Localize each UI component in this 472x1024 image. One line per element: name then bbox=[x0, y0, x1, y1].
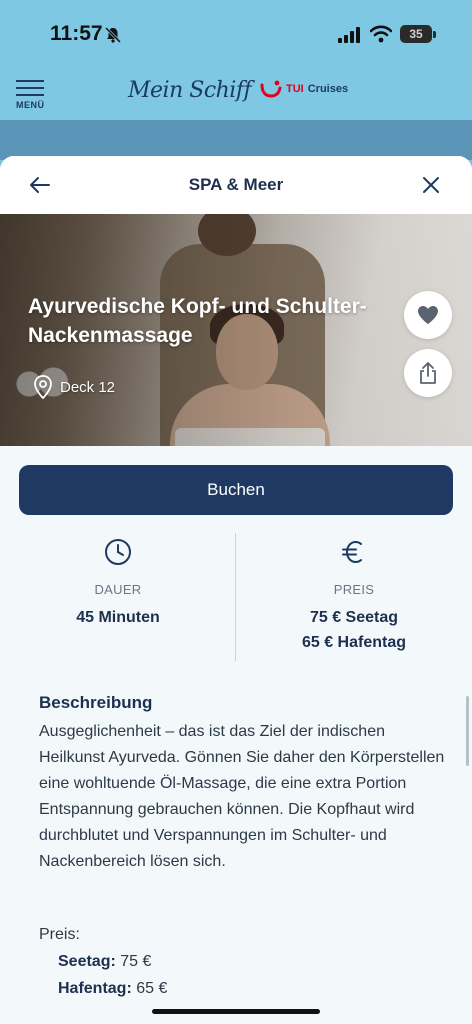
partner-brand-tui: TUI bbox=[286, 83, 304, 95]
heart-icon bbox=[418, 306, 438, 324]
location-text: Deck 12 bbox=[60, 378, 116, 396]
sheet-title: SPA & Meer bbox=[188, 175, 284, 194]
wifi-icon bbox=[370, 25, 392, 43]
price-info: PREIS 75 € Seetag 65 € Hafentag bbox=[236, 538, 472, 655]
sheet-header: SPA & Meer bbox=[0, 156, 472, 214]
sea-day-value: 75 € bbox=[120, 953, 152, 970]
euro-icon bbox=[342, 540, 362, 564]
scrollbar[interactable] bbox=[466, 696, 469, 766]
close-icon[interactable] bbox=[419, 173, 443, 197]
signal-icon bbox=[338, 27, 360, 43]
bell-off-icon bbox=[104, 26, 122, 44]
detail-sheet: SPA & Meer Ayurvedische Kopf- und Schult… bbox=[0, 156, 472, 1024]
menu-button[interactable]: MENÜ bbox=[14, 78, 48, 116]
duration-label: DAUER bbox=[94, 582, 142, 597]
price-values: 75 € Seetag 65 € Hafentag bbox=[236, 605, 472, 655]
price-sea-day: 75 € Seetag bbox=[309, 609, 399, 626]
price-heading: Preis: bbox=[39, 926, 80, 943]
price-port-day: 65 € Hafentag bbox=[301, 634, 407, 651]
clock-icon bbox=[105, 539, 131, 565]
status-time: 11:57 bbox=[50, 22, 103, 45]
location-pin-icon bbox=[34, 375, 52, 400]
background-content bbox=[0, 120, 472, 160]
sea-day-label: Seetag: bbox=[58, 953, 116, 970]
battery-tip bbox=[433, 31, 436, 38]
book-button[interactable]: Buchen bbox=[19, 465, 453, 515]
description-text: Ausgeglichenheit – das ist das Ziel der … bbox=[39, 723, 445, 870]
duration-info: DAUER 45 Minuten bbox=[0, 538, 236, 630]
duration-value: 45 Minuten bbox=[76, 609, 160, 626]
partner-logo: TUI Cruises bbox=[260, 80, 348, 98]
hamburger-icon bbox=[16, 80, 44, 82]
location: Deck 12 bbox=[32, 374, 115, 400]
status-bar: 11:57 35 bbox=[0, 0, 472, 64]
partner-brand-cruises: Cruises bbox=[307, 83, 349, 95]
hero-image: Ayurvedische Kopf- und Schulter-Nackenma… bbox=[0, 214, 472, 446]
share-button[interactable] bbox=[404, 349, 452, 397]
app-header: MENÜ Mein Schiff TUI Cruises bbox=[0, 64, 472, 120]
menu-label: MENÜ bbox=[16, 100, 45, 110]
battery-icon: 35 bbox=[400, 25, 432, 43]
port-day-value: 65 € bbox=[136, 980, 168, 997]
port-day-label: Hafentag: bbox=[58, 980, 132, 997]
share-icon bbox=[420, 362, 436, 384]
description-heading: Beschreibung bbox=[39, 693, 153, 712]
treatment-title: Ayurvedische Kopf- und Schulter-Nackenma… bbox=[28, 295, 367, 347]
home-indicator[interactable] bbox=[152, 1009, 320, 1014]
tui-smile-icon bbox=[260, 80, 282, 98]
brand-logo: Mein Schiff bbox=[128, 78, 252, 103]
price-label: PREIS bbox=[333, 582, 375, 597]
favorite-button[interactable] bbox=[404, 291, 452, 339]
price-row-port-day: Hafentag: 65 € bbox=[58, 980, 167, 998]
hamburger-icon-bar bbox=[16, 94, 44, 96]
hamburger-icon-bar bbox=[16, 87, 44, 89]
price-row-sea-day: Seetag: 75 € bbox=[58, 953, 151, 971]
